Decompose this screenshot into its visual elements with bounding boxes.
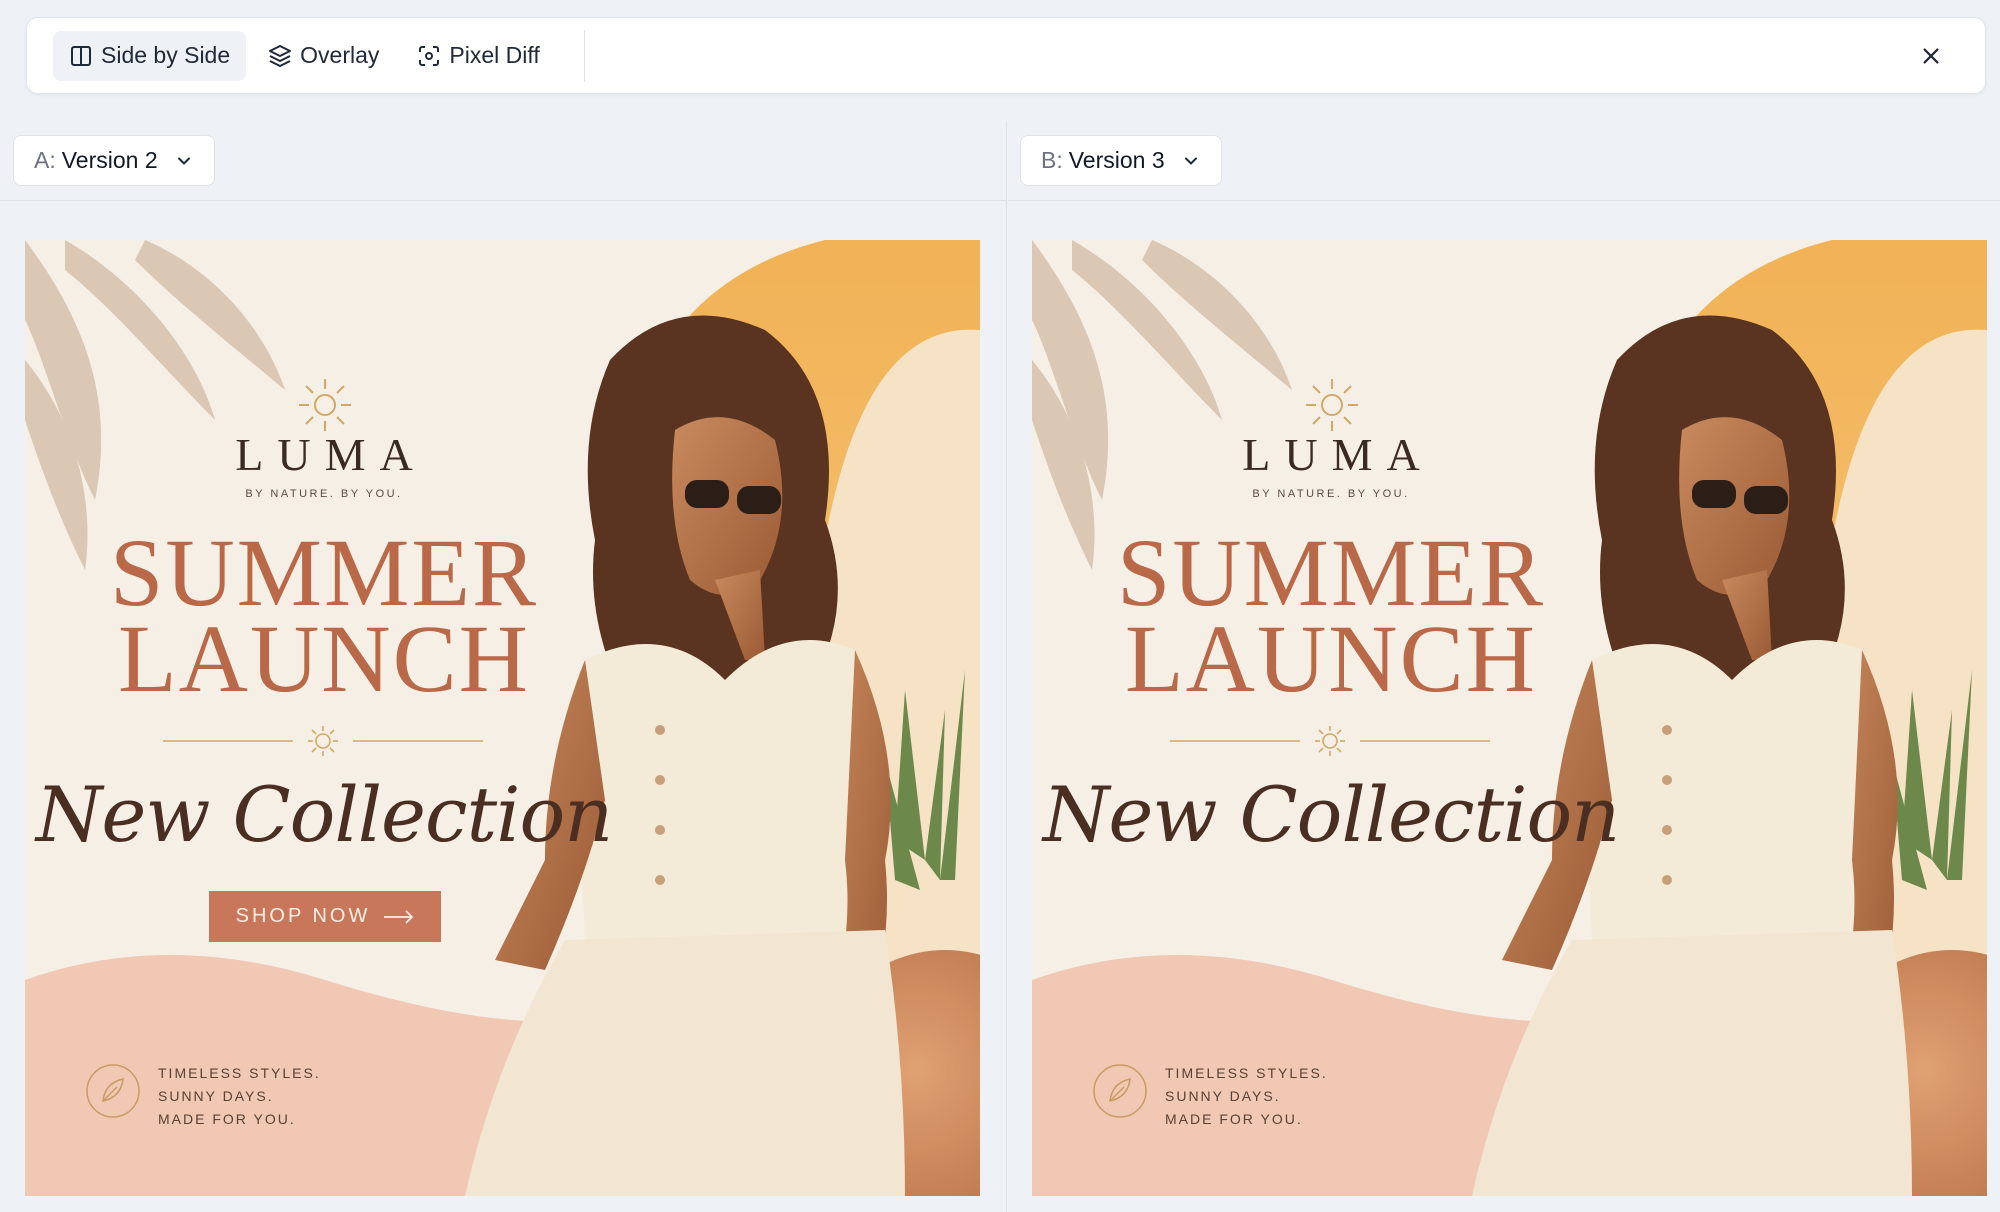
ad-background-art (25, 240, 980, 1196)
pane-a: A: Version 2 LUMA BY NATURE. BY YOU. SUM… (0, 121, 1007, 1212)
sun-logo-icon (299, 379, 351, 431)
version-b-select[interactable]: B: Version 3 (1020, 135, 1222, 186)
footer-copy: TIMELESS STYLES. SUNNY DAYS. MADE FOR YO… (1165, 1062, 1328, 1131)
version-a-prefix: A: (34, 147, 56, 173)
footer-line-1: TIMELESS STYLES. (1165, 1065, 1328, 1081)
chevron-down-icon (1184, 157, 1197, 165)
shop-now-label: SHOP NOW (235, 905, 371, 927)
overlay-button[interactable]: Overlay (252, 31, 395, 81)
headline: SUMMER LAUNCH (1032, 519, 1630, 712)
ad-preview-a: LUMA BY NATURE. BY YOU. SUMMER LAUNCH Ne… (25, 240, 980, 1196)
layers-icon (269, 44, 292, 67)
footer-line-3: MADE FOR YOU. (1165, 1111, 1303, 1127)
footer-line-2: SUNNY DAYS. (158, 1088, 274, 1104)
brand-tagline: BY NATURE. BY YOU. (245, 488, 403, 500)
sun-divider (163, 726, 483, 756)
columns-icon (71, 45, 91, 66)
sun-logo-icon (1306, 379, 1358, 431)
version-b-value: Version 3 (1068, 147, 1165, 173)
toolbar-divider (583, 29, 585, 82)
pane-a-header: A: Version 2 (0, 121, 1006, 201)
pane-b-header: B: Version 3 (1008, 121, 2000, 201)
headline-line-2: LAUNCH (118, 605, 530, 712)
side-by-side-button[interactable]: Side by Side (53, 30, 247, 81)
ad-preview-b: LUMA BY NATURE. BY YOU. SUMMER LAUNCH Ne… (1032, 240, 1987, 1196)
version-a-select[interactable]: A: Version 2 (13, 135, 215, 186)
footer-line-1: TIMELESS STYLES. (158, 1065, 321, 1081)
pixel-diff-button[interactable]: Pixel Diff (401, 31, 555, 81)
brand-tagline: BY NATURE. BY YOU. (1252, 488, 1410, 500)
arrow-right-icon (384, 909, 414, 924)
brand-name: LUMA (235, 429, 427, 480)
headline-line-1: SUMMER (1116, 519, 1546, 626)
footer-copy: TIMELESS STYLES. SUNNY DAYS. MADE FOR YO… (158, 1062, 321, 1131)
version-b-prefix: B: (1041, 147, 1063, 173)
pane-b: B: Version 3 LUMA BY NATURE. BY YOU. SUM… (1008, 121, 2000, 1212)
sun-divider (1170, 726, 1490, 756)
chevron-down-icon (177, 157, 190, 165)
footer-line-3: MADE FOR YOU. (158, 1111, 296, 1127)
script-subtitle: New Collection (35, 770, 613, 859)
leaf-badge-icon (86, 1064, 140, 1118)
pixel-diff-label: Pixel Diff (449, 42, 540, 68)
headline-line-1: SUMMER (109, 519, 539, 626)
close-button[interactable] (1915, 40, 1947, 72)
leaf-badge-icon (1093, 1064, 1147, 1118)
scan-icon (419, 45, 440, 66)
side-by-side-label: Side by Side (101, 42, 231, 68)
ad-background-art (1032, 240, 1987, 1196)
script-subtitle: New Collection (1042, 770, 1620, 859)
brand-name: LUMA (1242, 429, 1434, 480)
footer-line-2: SUNNY DAYS. (1165, 1088, 1281, 1104)
headline-line-2: LAUNCH (1125, 605, 1537, 712)
close-icon (1923, 48, 1939, 64)
compare-toolbar: Side by Side Overlay Pixel Diff (26, 17, 1986, 94)
overlay-label: Overlay (300, 42, 380, 68)
version-a-value: Version 2 (61, 147, 158, 173)
headline: SUMMER LAUNCH (25, 519, 623, 712)
shop-now-button[interactable]: SHOP NOW (209, 891, 441, 942)
